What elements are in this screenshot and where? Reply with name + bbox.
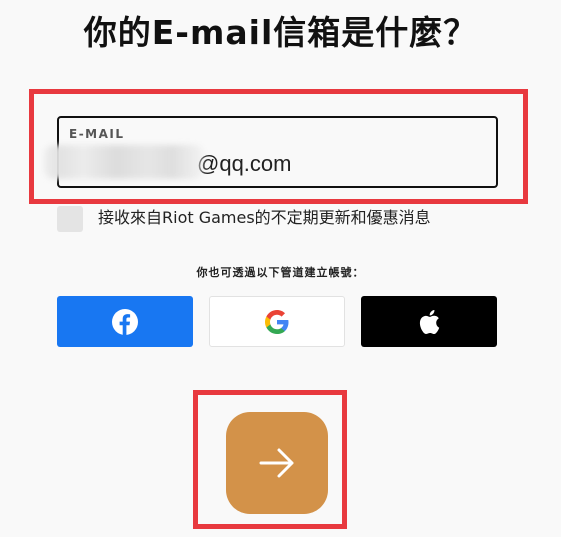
arrow-right-icon [259, 448, 294, 478]
redacted-email-blur [44, 145, 204, 179]
facebook-signup-button[interactable] [57, 296, 193, 347]
email-label: E-MAIL [69, 127, 125, 141]
newsletter-label[interactable]: 接收來自Riot Games的不定期更新和優惠消息 [98, 207, 431, 229]
newsletter-checkbox[interactable] [57, 206, 83, 232]
apple-signup-button[interactable] [361, 296, 497, 347]
google-icon [265, 309, 289, 334]
submit-button[interactable] [226, 412, 328, 514]
apple-icon [419, 309, 440, 334]
facebook-icon [112, 308, 138, 335]
page-title: 你的E-mail信箱是什麼？ [83, 13, 478, 52]
alternative-signup-text: 你也可透過以下管道建立帳號： [196, 266, 365, 279]
google-signup-button[interactable] [209, 296, 345, 347]
